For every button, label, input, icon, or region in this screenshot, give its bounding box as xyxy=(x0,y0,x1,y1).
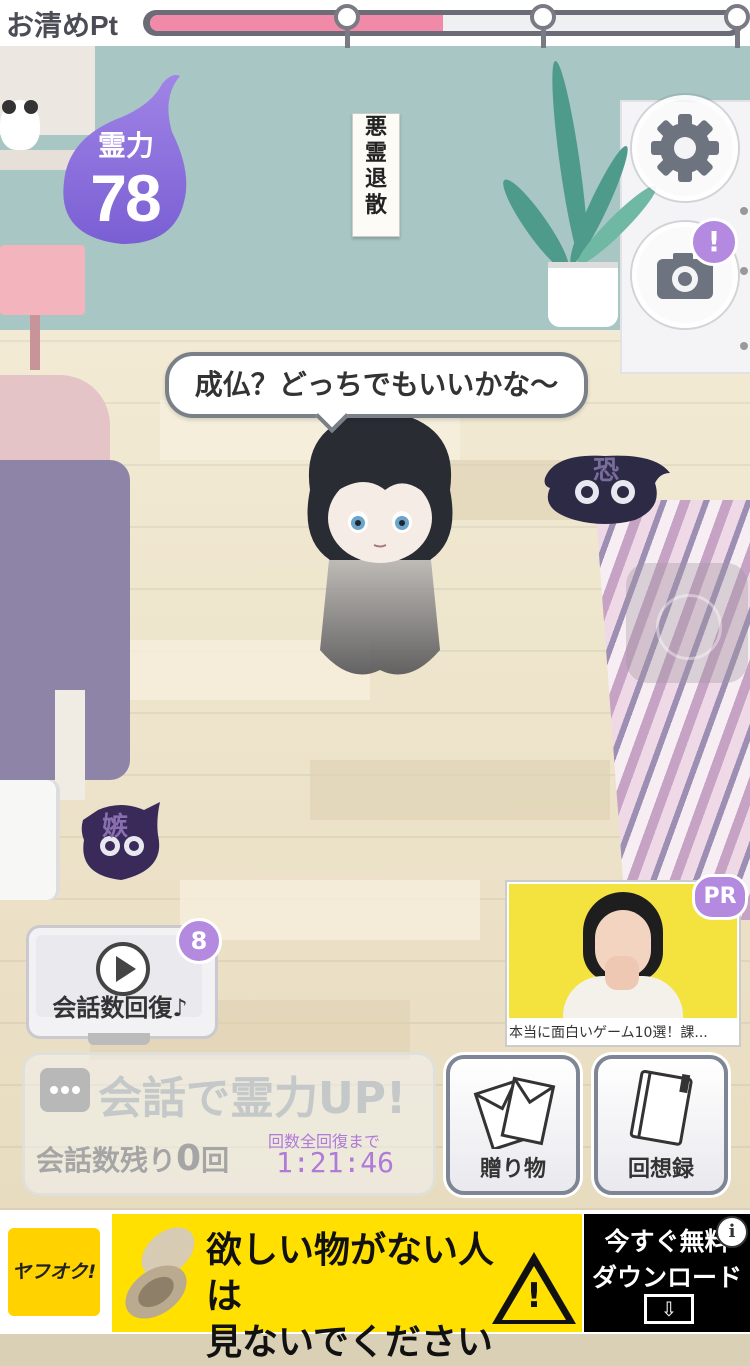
yahuoku-logo-text: ヤフオク! xyxy=(11,1261,97,1283)
memories-button[interactable]: 回想録 xyxy=(594,1055,728,1195)
speech-text: 成仏？どっちでもいいかな～ xyxy=(194,368,559,401)
info-icon[interactable]: i xyxy=(716,1216,748,1248)
spirit-power-value: 78 xyxy=(90,161,161,235)
chat-remaining: 会話数残り0回 xyxy=(36,1138,229,1179)
memories-button-label: 回想録 xyxy=(627,1157,694,1182)
chat-remaining-suffix: 回 xyxy=(201,1144,230,1177)
purify-progress-inner xyxy=(150,15,736,31)
envelope-icon xyxy=(473,1076,556,1149)
pr-ad-caption: 本当に面白いゲーム10選！課... xyxy=(509,1025,708,1041)
key-icon xyxy=(724,4,750,48)
restore-timer: 1:21:46 xyxy=(276,1146,395,1179)
talisman-char: 霊 xyxy=(364,140,387,166)
chat-restore-label: 会話数回復♪ xyxy=(52,994,188,1022)
talisman-char: 退 xyxy=(364,166,387,192)
tv-stand xyxy=(88,1033,150,1045)
chat-remaining-prefix: 会話数残り xyxy=(36,1144,177,1177)
gift-button-label: 贈り物 xyxy=(479,1157,546,1182)
download-icon: ⇩ xyxy=(644,1294,694,1324)
banner-ad-line2: 見ないでください xyxy=(206,1322,493,1363)
speech-bubble: 成仏？どっちでもいいかな～ xyxy=(165,352,588,418)
plant-pot xyxy=(548,262,618,327)
yahuoku-logo: ヤフオク! xyxy=(8,1228,100,1316)
pr-badge: PR xyxy=(692,874,748,920)
warning-icon-mark: ! xyxy=(526,1276,542,1316)
lamp-shade xyxy=(0,245,85,315)
chat-remaining-count: 0 xyxy=(176,1138,202,1179)
settings-button[interactable] xyxy=(632,95,738,201)
chat-bubble-icon xyxy=(40,1068,90,1112)
cta-line2: ダウンロード xyxy=(591,1263,742,1292)
spirit-power-label: 霊力 xyxy=(97,129,154,162)
moccasin-shoes-image xyxy=(125,1227,195,1319)
sofa-leg xyxy=(55,690,85,800)
chat-restore-badge: 8 xyxy=(176,918,222,964)
talisman-char: 悪 xyxy=(364,114,387,140)
talisman-char: 散 xyxy=(364,192,387,218)
camera-alert-badge: ! xyxy=(690,218,738,266)
banner-ad-line1: 欲しい物がない人は xyxy=(206,1230,495,1317)
notebook-icon xyxy=(629,1069,693,1146)
virtual-pad-knob xyxy=(656,594,722,660)
gift-button[interactable]: 贈り物 xyxy=(446,1055,580,1195)
chat-power-title: 会話で霊力UP! xyxy=(98,1073,407,1124)
lamp-pole xyxy=(30,315,40,370)
trash-can xyxy=(0,780,60,900)
ghost-character[interactable] xyxy=(290,400,470,690)
gear-icon xyxy=(651,114,719,182)
talisman-charm: 悪 霊 退 散 xyxy=(352,113,400,237)
panda-figure xyxy=(0,100,40,150)
purify-progress-fill xyxy=(150,15,443,31)
evil-spirit-fear[interactable]: 恐 xyxy=(535,448,675,528)
enemy-kanji: 恐 xyxy=(593,456,620,486)
banner-ad-headline: 欲しい物がない人は 見ないでください xyxy=(206,1228,526,1366)
key-icon xyxy=(530,4,556,48)
enemy-kanji: 嫉 xyxy=(102,812,129,842)
key-icon xyxy=(334,4,360,48)
purify-points-label: お清めPt xyxy=(6,10,119,41)
evil-spirit-jealousy[interactable]: 嫉 xyxy=(78,800,164,884)
